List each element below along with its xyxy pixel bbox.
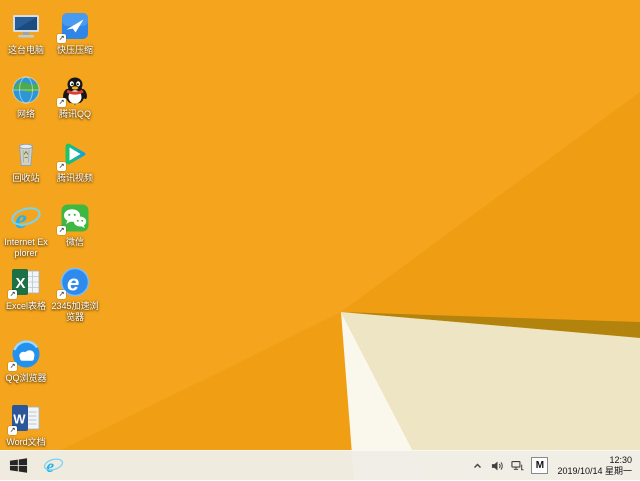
volume-button[interactable] [491,451,504,481]
desktop-icon-network[interactable]: 网络 [2,74,50,120]
volume-icon [491,460,504,472]
shortcut-arrow-icon: ↗ [57,290,66,299]
clock-time: 12:30 [609,454,632,465]
taskbar-clock[interactable]: 12:30 2019/10/14 星期一 [555,455,637,477]
desktop-icon-this-pc[interactable]: 这台电脑 [2,10,50,56]
hiddens-chevron-icon-button[interactable] [471,451,484,481]
taskbar-pinned-apps: e [36,451,70,481]
globe-icon [10,74,42,106]
svg-text:e: e [67,271,79,296]
desktop-icon-kuaiya[interactable]: ↗ 快压压缩 [51,10,99,56]
desktop-icon-label: QQ浏览器 [5,373,47,383]
desktop-icon-recycle-bin[interactable]: 回收站 [2,138,50,184]
desktop-icon-wechat[interactable]: ↗ 微信 [51,202,99,248]
desktop[interactable]: 这台电脑 ↗ 快压压缩 网络 ↗ 腾讯QQ 回收站 ↗ 腾讯视频 e Inter… [0,0,640,480]
desktop-icon-label: 这台电脑 [7,45,44,55]
ie-icon: e [43,455,64,476]
desktop-icon-label: Word文档 [6,437,46,447]
network-button[interactable] [511,451,524,481]
network-icon [511,460,524,472]
taskbar: e M 12:30 2019/10/14 星期一 [0,450,640,480]
shortcut-arrow-icon: ↗ [57,98,66,107]
desktop-icon-internet-explorer[interactable]: e Internet Explorer [2,202,50,258]
desktop-icon-label: 腾讯视频 [56,173,93,183]
taskbar-pinned-internet-explorer[interactable]: e [36,451,70,481]
desktop-icon-label: 腾讯QQ [58,109,91,119]
desktop-icon-label: 微信 [65,237,84,247]
input-method-indicator[interactable]: M [531,457,549,474]
ie-icon: e [10,202,42,234]
desktop-icon-label: 快压压缩 [56,45,93,55]
shortcut-arrow-icon: ↗ [8,426,17,435]
desktop-icon-excel[interactable]: X ↗ Excel表格 [2,266,50,312]
desktop-icon-label: Internet Explorer [4,237,48,258]
desktop-icon-label: 网络 [16,109,35,119]
desktop-icon-2345-browser[interactable]: e ↗ 2345加速浏览器 [51,266,99,322]
desktop-icon-grid: 这台电脑 ↗ 快压压缩 网络 ↗ 腾讯QQ 回收站 ↗ 腾讯视频 e Inter… [0,0,640,480]
svg-text:W: W [13,412,26,427]
desktop-icon-qq-browser[interactable]: ↗ QQ浏览器 [2,338,50,384]
system-tray: M 12:30 2019/10/14 星期一 [471,451,640,481]
shortcut-arrow-icon: ↗ [8,362,17,371]
svg-text:X: X [16,275,26,292]
desktop-icon-label: 2345加速浏览器 [51,301,99,322]
desktop-icon-tencent-video[interactable]: ↗ 腾讯视频 [51,138,99,184]
clock-date: 2019/10/14 星期一 [557,465,632,476]
recycle-bin-icon [10,138,42,170]
desktop-icon-word[interactable]: W ↗ Word文档 [2,402,50,448]
shortcut-arrow-icon: ↗ [8,290,17,299]
windows-logo-icon [9,456,28,475]
shortcut-arrow-icon: ↗ [57,162,66,171]
hidden-icons-chevron-icon [471,460,484,472]
shortcut-arrow-icon: ↗ [57,34,66,43]
computer-icon [10,10,42,42]
start-button[interactable] [0,451,36,481]
shortcut-arrow-icon: ↗ [57,226,66,235]
tray-icons [471,451,524,481]
desktop-icon-tencent-qq[interactable]: ↗ 腾讯QQ [51,74,99,120]
desktop-icon-label: 回收站 [12,173,40,183]
desktop-icon-label: Excel表格 [5,301,46,311]
